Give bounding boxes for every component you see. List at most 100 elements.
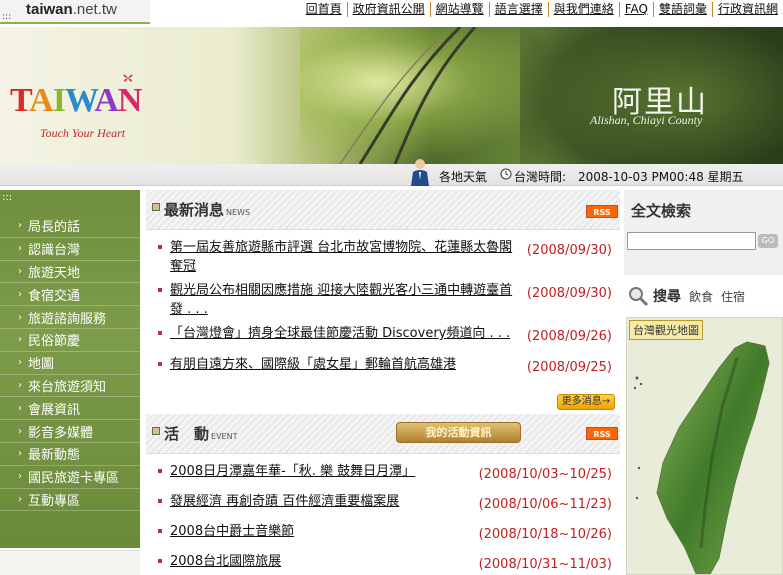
logo-dots: ::: xyxy=(2,12,12,22)
sidebar-item-travel-card[interactable]: › 國民旅遊卡專區 xyxy=(0,466,140,489)
event-date: (2008/10/06~11/23) xyxy=(478,497,612,512)
chevron-right-icon: › xyxy=(18,402,22,414)
news-item: 「台灣燈會」擠身全球最佳節慶活動 Discovery頻道向 . . . (2008… xyxy=(146,324,620,355)
news-item: 觀光局公布相關因應措施 迎接大陸觀光客小三通中轉遊臺首發 . . . (2008/… xyxy=(146,281,620,324)
news-title: 最新消息 xyxy=(164,201,225,219)
topnav-faq[interactable]: FAQ xyxy=(618,2,653,17)
sidebar-item-about-taiwan[interactable]: › 認識台灣 xyxy=(0,238,140,261)
sidebar-item-label: 互動專區 xyxy=(28,493,81,509)
topnav-home[interactable]: 回首頁 xyxy=(301,2,347,17)
banner: TAIWAN Touch Your Heart 阿里山 Alishan, Chi… xyxy=(0,27,783,164)
event-link[interactable]: 2008台中爵士音樂節 xyxy=(170,522,294,541)
events-rss-button[interactable]: RSS xyxy=(586,427,618,440)
sidebar-item-label: 地圖 xyxy=(28,357,55,373)
sidebar-footer-banner xyxy=(0,550,140,575)
fulltext-search-title: 全文檢索 xyxy=(631,202,692,220)
search-input[interactable] xyxy=(627,232,756,250)
chevron-right-icon: › xyxy=(18,379,22,391)
sidebar-item-label: 局長的話 xyxy=(28,220,81,236)
news-list: 第一屆友善旅遊縣市評選 台北市故宮博物院、花蓮縣太魯閣奪冠 (2008/09/30… xyxy=(146,238,620,381)
chevron-right-icon: › xyxy=(18,334,22,346)
topnav-gov-info[interactable]: 政府資訊公開 xyxy=(346,2,430,17)
events-list: 2008日月潭嘉年華-「秋. 樂 鼓舞日月潭」 (2008/10/03~10/25… xyxy=(146,462,620,575)
sidebar-item-visitor-info[interactable]: › 來台旅遊須知 xyxy=(0,375,140,398)
chevron-right-icon: › xyxy=(18,493,22,505)
my-events-button[interactable]: 我的活動資訊 xyxy=(396,422,521,443)
sidebar-item-director[interactable]: › 局長的話 xyxy=(0,215,140,238)
topnav-glossary[interactable]: 雙語詞彙 xyxy=(652,2,712,17)
section-bullet-icon xyxy=(152,203,160,211)
sidebar-item-festivals[interactable]: › 民俗節慶 xyxy=(0,329,140,352)
top-nav: 回首頁 政府資訊公開 網站導覽 語言選擇 與我們連絡 FAQ 雙語詞彙 行政資訊… xyxy=(301,2,783,17)
chevron-right-icon: › xyxy=(18,288,22,300)
topnav-language[interactable]: 語言選擇 xyxy=(488,2,548,17)
search-go-button[interactable]: GO xyxy=(758,234,778,248)
clock-icon xyxy=(500,168,512,180)
news-date: (2008/09/26) xyxy=(526,329,612,344)
event-item: 2008日月潭嘉年華-「秋. 樂 鼓舞日月潭」 (2008/10/03~10/25… xyxy=(146,462,620,492)
chevron-right-icon: › xyxy=(18,265,22,277)
sidebar-item-multimedia[interactable]: › 影音多媒體 xyxy=(0,420,140,443)
event-link[interactable]: 2008台北國際旅展 xyxy=(170,552,281,571)
events-title-en: EVENT xyxy=(211,432,238,441)
chevron-right-icon: › xyxy=(18,357,22,369)
quick-search: 搜尋 飲食 住宿 xyxy=(624,282,783,310)
event-link[interactable]: 發展經濟 再創奇蹟 百件經濟重要檔案展 xyxy=(170,492,399,511)
chevron-right-icon: › xyxy=(18,425,22,437)
chevron-right-icon: › xyxy=(18,471,22,483)
logo-letter: T xyxy=(10,82,30,119)
news-link[interactable]: 第一屆友善旅遊縣市評選 台北市故宮博物院、花蓮縣太魯閣奪冠 xyxy=(170,238,520,276)
topnav-sitemap[interactable]: 網站導覽 xyxy=(429,2,489,17)
news-link[interactable]: 有朋自遠方來、國際級「處女星」郵輪首航高雄港 xyxy=(170,355,456,374)
news-rss-button[interactable]: RSS xyxy=(586,205,618,218)
logo-letter: A xyxy=(94,82,119,119)
news-link[interactable]: 「台灣燈會」擠身全球最佳節慶活動 Discovery頻道向 . . . xyxy=(170,324,510,343)
news-date: (2008/09/25) xyxy=(526,360,612,375)
sidebar-item-consult[interactable]: › 旅遊諮詢服務 xyxy=(0,306,140,329)
topnav-admin[interactable]: 行政資訊網 xyxy=(711,2,783,17)
section-bullet-icon xyxy=(152,427,160,435)
logo-letter: N xyxy=(117,82,143,119)
weather-person-icon xyxy=(411,159,429,186)
tourism-map[interactable]: 台灣觀光地圖 xyxy=(626,317,783,575)
topnav-contact[interactable]: 與我們連絡 xyxy=(547,2,619,17)
event-item: 發展經濟 再創奇蹟 百件經濟重要檔案展 (2008/10/06~11/23) xyxy=(146,492,620,522)
taiwan-logo[interactable]: TAIWAN xyxy=(10,82,143,120)
time-label: 台灣時間: xyxy=(514,170,567,184)
logo-letter: I xyxy=(52,82,66,119)
sidebar-item-latest[interactable]: › 最新動態 xyxy=(0,443,140,466)
sidebar-dots: ::: xyxy=(2,192,13,203)
top-bar: ::: taiwan.net.tw 回首頁 政府資訊公開 網站導覽 語言選擇 與… xyxy=(0,0,783,27)
site-name: taiwan xyxy=(26,1,73,18)
magnifier-icon xyxy=(629,287,649,307)
sidebar-item-label: 最新動態 xyxy=(28,448,81,464)
railway-track xyxy=(339,27,477,164)
sidebar-item-exhibitions[interactable]: › 會展資訊 xyxy=(0,397,140,421)
search-option-food[interactable]: 飲食 xyxy=(689,288,713,305)
logo-letter: W xyxy=(64,82,95,119)
news-date: (2008/09/30) xyxy=(526,286,612,301)
butterfly-icon xyxy=(123,74,133,82)
sidebar-item-label: 民俗節慶 xyxy=(28,334,81,350)
chevron-right-icon: › xyxy=(18,243,22,255)
sidebar-item-map[interactable]: › 地圖 xyxy=(0,352,140,375)
news-item: 第一屆友善旅遊縣市評選 台北市故宮博物院、花蓮縣太魯閣奪冠 (2008/09/30… xyxy=(146,238,620,281)
weather-link[interactable]: 各地天氣 xyxy=(439,168,487,185)
chevron-right-icon: › xyxy=(18,448,22,460)
site-logo[interactable]: ::: taiwan.net.tw xyxy=(0,0,150,24)
sidebar-item-interactive[interactable]: › 互動專區 xyxy=(0,489,140,512)
taiwan-map-image xyxy=(633,341,770,574)
more-news-button[interactable]: 更多消息→ xyxy=(557,394,615,410)
sidebar-item-food-transport[interactable]: › 食宿交通 xyxy=(0,283,140,307)
sidebar-item-travel[interactable]: › 旅遊天地 xyxy=(0,261,140,284)
news-item: 有朋自遠方來、國際級「處女星」郵輪首航高雄港 (2008/09/25) xyxy=(146,355,620,381)
site-tld: .net.tw xyxy=(72,1,117,18)
news-header: 最新消息 NEWS RSS xyxy=(146,190,620,230)
event-link[interactable]: 2008日月潭嘉年華-「秋. 樂 鼓舞日月潭」 xyxy=(170,462,415,481)
news-link[interactable]: 觀光局公布相關因應措施 迎接大陸觀光客小三通中轉遊臺首發 . . . xyxy=(170,281,520,319)
chevron-right-icon: › xyxy=(18,311,22,323)
news-title-en: NEWS xyxy=(226,208,251,217)
sidebar-item-label: 旅遊天地 xyxy=(28,265,81,281)
search-option-lodging[interactable]: 住宿 xyxy=(721,288,745,305)
sidebar-item-label: 食宿交通 xyxy=(28,288,81,304)
